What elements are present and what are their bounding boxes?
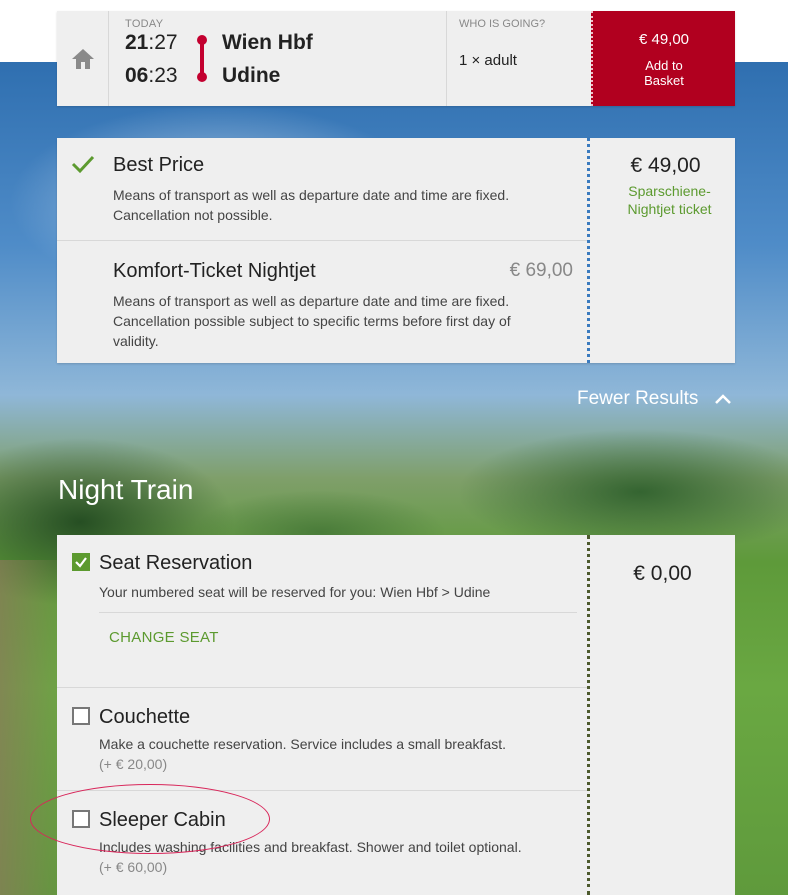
fewer-results-toggle[interactable]: Fewer Results: [577, 388, 732, 410]
fare-description: Means of transport as well as departure …: [113, 187, 510, 223]
seat-reservation-checkbox[interactable]: [72, 553, 90, 571]
option-surcharge: (+ € 20,00): [99, 756, 168, 772]
passenger-label: WHO IS GOING?: [459, 18, 546, 30]
fare-option-best-price[interactable]: Best Price Means of transport as well as…: [57, 138, 587, 241]
change-seat-link[interactable]: CHANGE SEAT: [109, 629, 219, 646]
destination-station: Udine: [222, 64, 281, 87]
basket-label-line2: Basket: [644, 73, 684, 88]
add-to-basket-button[interactable]: € 49,00 Add to Basket: [591, 11, 735, 106]
fare-price: € 69,00: [509, 260, 573, 281]
option-sleeper-cabin: Sleeper Cabin Includes washing facilitie…: [57, 791, 587, 895]
origin-station: Wien Hbf: [222, 31, 313, 54]
option-seat-reservation: Seat Reservation Your numbered seat will…: [57, 535, 587, 688]
route-destination-dot: [197, 72, 207, 82]
sleeper-cabin-checkbox[interactable]: [72, 810, 90, 828]
option-description: Includes washing facilities and breakfas…: [99, 839, 522, 855]
fare-description: Means of transport as well as departure …: [113, 293, 511, 349]
checkmark-icon: [71, 155, 95, 174]
departure-time: 21:27: [125, 31, 178, 55]
checkmark-icon: [75, 557, 87, 568]
fare-title: Best Price: [113, 154, 205, 176]
fewer-results-label: Fewer Results: [577, 388, 699, 409]
ticket-type-line2: Nightjet ticket: [627, 201, 712, 217]
fare-options-card: Best Price Means of transport as well as…: [57, 138, 735, 363]
departure-minutes: :27: [148, 31, 178, 54]
option-description: Your numbered seat will be reserved for …: [99, 584, 491, 600]
selected-fare-price: € 49,00 Sparschiene- Nightjet ticket: [590, 138, 735, 241]
arrival-time: 06:23: [125, 64, 178, 88]
ticket-type: Sparschiene- Nightjet ticket: [604, 182, 735, 218]
option-title: Couchette: [99, 706, 191, 728]
options-divider: [587, 535, 590, 895]
ticket-type-line1: Sparschiene-: [628, 183, 711, 199]
divider: [99, 612, 577, 613]
fare-option-komfort[interactable]: Komfort-Ticket Nightjet € 69,00 Means of…: [57, 241, 587, 363]
couchette-checkbox[interactable]: [72, 707, 90, 725]
journey-header: TODAY 21:27 06:23 Wien Hbf Udine WHO IS …: [57, 11, 735, 106]
basket-label-line1: Add to: [645, 58, 683, 73]
option-description: Make a couchette reservation. Service in…: [99, 736, 506, 752]
option-title: Sleeper Cabin: [99, 809, 226, 831]
departure-hours: 21: [125, 31, 149, 54]
journey-times: TODAY 21:27 06:23 Wien Hbf Udine: [109, 11, 447, 106]
chevron-up-icon: [715, 394, 732, 404]
basket-price: € 49,00: [638, 31, 690, 48]
option-surcharge: (+ € 60,00): [99, 859, 168, 875]
option-title: Seat Reservation: [99, 552, 253, 574]
date-label: TODAY: [125, 18, 164, 30]
home-icon: [71, 48, 94, 69]
fare-price: € 49,00: [630, 154, 701, 177]
fare-title: Komfort-Ticket Nightjet: [113, 260, 316, 282]
seat-reservation-price: € 0,00: [633, 562, 692, 585]
arrival-minutes: :23: [148, 64, 178, 87]
option-couchette: Couchette Make a couchette reservation. …: [57, 688, 587, 791]
passenger-selector[interactable]: WHO IS GOING? 1 × adult: [447, 11, 591, 106]
basket-label: Add to Basket: [593, 58, 735, 88]
arrival-hours: 06: [125, 64, 149, 87]
section-title: Night Train: [58, 474, 194, 505]
night-train-options-card: Seat Reservation Your numbered seat will…: [57, 535, 735, 895]
passenger-count: 1 × adult: [459, 52, 517, 69]
route-origin-dot: [197, 35, 207, 45]
home-button[interactable]: [57, 11, 109, 106]
